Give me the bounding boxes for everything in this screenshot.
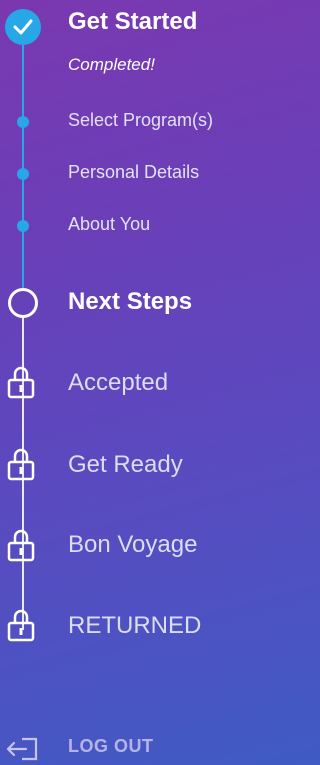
logout-label: LOG OUT [68,736,154,756]
substep-personal-details[interactable]: Personal Details [68,162,199,183]
step-get-started[interactable]: Get Started [68,8,197,36]
timeline-line-completed [22,45,24,289]
substep-select-programs[interactable]: Select Program(s) [68,110,213,131]
substep-dot [17,116,29,128]
step-bon-voyage: Bon Voyage [68,531,198,558]
logout-button[interactable]: LOG OUT [0,730,257,765]
current-step-circle-icon [8,288,38,318]
lock-icon [7,366,35,399]
step-next-steps[interactable]: Next Steps [68,288,192,316]
completed-check-icon [5,9,41,45]
substep-dot [17,168,29,180]
step-returned: RETURNED [68,612,202,639]
step-get-ready: Get Ready [68,451,183,478]
lock-icon [7,609,35,642]
substep-about-you[interactable]: About You [68,214,150,235]
lock-icon [7,529,35,562]
step-accepted: Accepted [68,369,169,396]
lock-icon [7,448,35,481]
logout-icon [6,737,38,761]
substep-dot [17,220,29,232]
step-status: Completed! [68,55,155,74]
